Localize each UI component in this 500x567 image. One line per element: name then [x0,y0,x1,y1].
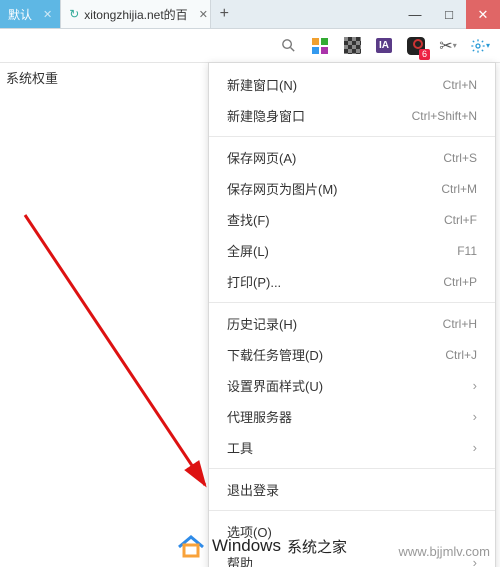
window-controls: — □ ✕ [398,0,500,29]
chevron-right-icon: › [473,378,477,393]
menu-item-11[interactable]: 设置界面样式(U) › [209,370,495,401]
menu-item-label: 历史记录(H) [227,314,297,333]
menu-item-1[interactable]: 新建隐身窗口 Ctrl+Shift+N [209,100,495,131]
clipper-icon[interactable]: 6 [406,36,426,56]
minimize-button[interactable]: — [398,0,432,29]
annotation-arrow [20,210,240,530]
menu-item-15[interactable]: 退出登录 [209,474,495,505]
notification-badge: 6 [419,49,430,60]
sidebar-label: 系统权重 [6,68,58,87]
apps-grid-icon[interactable] [310,36,330,56]
menu-item-label: 查找(F) [227,210,270,229]
refresh-icon: ↻ [69,7,79,21]
menu-item-label: 退出登录 [227,480,279,499]
menu-item-label: 新建窗口(N) [227,75,297,94]
maximize-button[interactable]: □ [432,0,466,29]
menu-shortcut: F11 [457,244,477,258]
menu-item-label: 下载任务管理(D) [227,345,323,364]
menu-item-13[interactable]: 工具 › [209,432,495,463]
menu-shortcut: Ctrl+S [443,151,477,165]
tab-active[interactable]: 默认 ✕ [0,0,61,28]
settings-gear-icon[interactable]: ▾ [470,36,490,56]
new-tab-button[interactable]: + [211,0,237,28]
tab-second[interactable]: ↻ xitongzhijia.net的百 ✕ [61,0,211,28]
menu-item-6[interactable]: 全屏(L) F11 [209,235,495,266]
menu-shortcut: Ctrl+J [445,348,477,362]
qr-code-icon[interactable] [342,36,362,56]
watermark-right: www.bjjmlv.com [399,544,491,559]
menu-shortcut: Ctrl+N [443,78,477,92]
tab-label: 默认 [8,6,32,23]
menu-separator [209,510,495,511]
watermark-left: Windows系统之家 [176,533,347,559]
menu-shortcut: Ctrl+Shift+N [412,109,477,123]
menu-item-label: 工具 [227,438,253,457]
menu-item-12[interactable]: 代理服务器 › [209,401,495,432]
menu-item-label: 设置界面样式(U) [227,376,323,395]
menu-separator [209,468,495,469]
menu-shortcut: Ctrl+P [443,275,477,289]
settings-menu: 新建窗口(N) Ctrl+N 新建隐身窗口 Ctrl+Shift+N 保存网页(A) Ct… [208,62,496,567]
tab-label: xitongzhijia.net的百 [84,6,187,23]
menu-item-label: 新建隐身窗口 [227,106,305,125]
menu-item-3[interactable]: 保存网页(A) Ctrl+S [209,142,495,173]
menu-separator [209,136,495,137]
menu-shortcut: Ctrl+H [443,317,477,331]
ia-badge-icon[interactable]: IA [374,36,394,56]
chevron-right-icon: › [473,409,477,424]
close-icon[interactable]: ✕ [199,8,208,21]
menu-item-9[interactable]: 历史记录(H) Ctrl+H [209,308,495,339]
menu-item-10[interactable]: 下载任务管理(D) Ctrl+J [209,339,495,370]
close-button[interactable]: ✕ [466,0,500,29]
menu-item-4[interactable]: 保存网页为图片(M) Ctrl+M [209,173,495,204]
menu-shortcut: Ctrl+F [444,213,477,227]
scissors-icon[interactable]: ✂▾ [438,36,458,56]
menu-item-7[interactable]: 打印(P)... Ctrl+P [209,266,495,297]
menu-item-5[interactable]: 查找(F) Ctrl+F [209,204,495,235]
menu-item-label: 保存网页(A) [227,148,296,167]
close-icon[interactable]: ✕ [43,8,52,21]
menu-item-label: 打印(P)... [227,272,281,291]
menu-item-0[interactable]: 新建窗口(N) Ctrl+N [209,69,495,100]
menu-shortcut: Ctrl+M [441,182,477,196]
menu-item-label: 保存网页为图片(M) [227,179,338,198]
menu-separator [209,302,495,303]
chevron-right-icon: › [473,440,477,455]
search-icon[interactable] [278,36,298,56]
menu-item-label: 代理服务器 [227,407,292,426]
menu-item-label: 全屏(L) [227,241,269,260]
toolbar: IA 6 ✂▾ ▾ [0,29,500,63]
